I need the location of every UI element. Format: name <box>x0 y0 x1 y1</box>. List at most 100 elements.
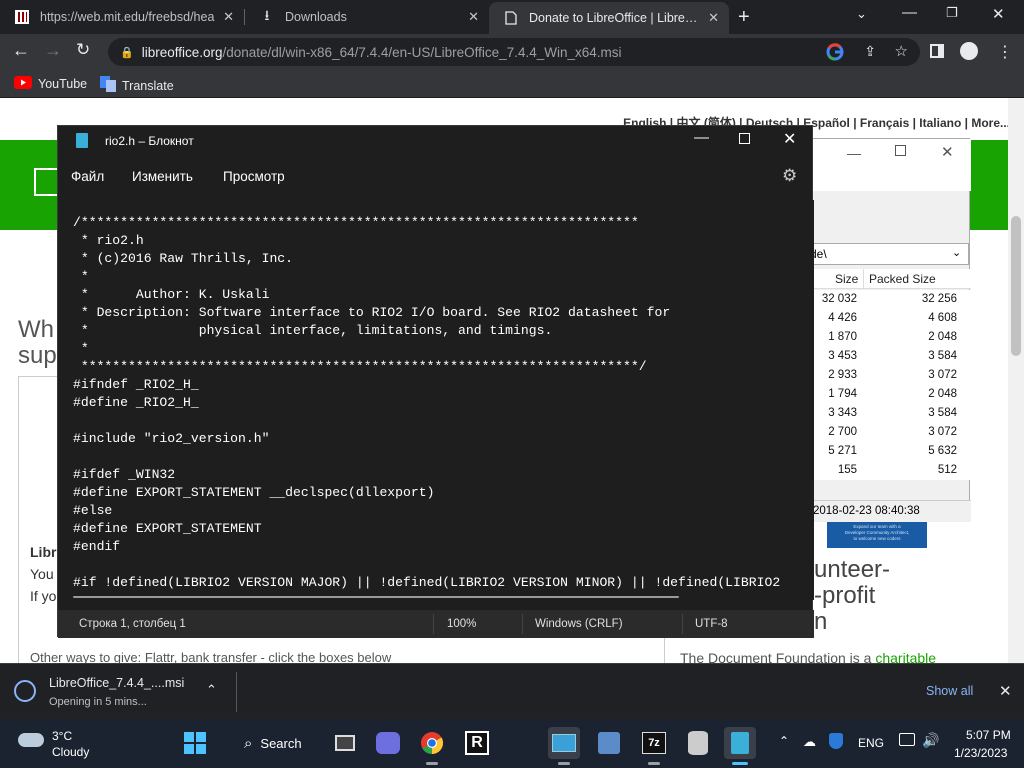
text-fragment: -profit <box>814 582 876 609</box>
community-banner[interactable]: Expand our team with a Developer Communi… <box>827 522 927 548</box>
reload-icon[interactable]: ↻ <box>76 40 90 60</box>
notepad-titlebar: rio2.h – Блокнот — ✕ <box>58 126 814 156</box>
heading-fragment: sup <box>18 342 57 369</box>
encoding: UTF-8 <box>695 618 728 630</box>
col-size[interactable]: Size <box>835 272 858 286</box>
download-shelf: LibreOffice_7.4.4_....msi Opening in 5 m… <box>0 663 1024 719</box>
restore-icon[interactable]: ❐ <box>946 5 958 21</box>
file-size: 3 343 <box>828 407 857 419</box>
taskbar-search[interactable]: ⌕ Search <box>228 727 328 759</box>
translate-icon <box>100 76 116 95</box>
tab-title: https://web.mit.edu/freebsd/hea <box>40 10 215 24</box>
file-packed-size: 512 <box>937 464 957 476</box>
close-icon[interactable]: ✕ <box>941 143 954 161</box>
bookmark-star-icon[interactable]: ☆ <box>895 42 908 60</box>
status-datetime: 2018-02-23 08:40:38 <box>813 505 920 517</box>
maximize-icon[interactable] <box>739 133 750 144</box>
tab-downloads[interactable]: ⭳ Downloads ✕ <box>245 0 489 34</box>
new-tab-icon[interactable]: + <box>738 6 750 29</box>
menu-file[interactable]: Файл <box>71 169 104 184</box>
speaker-icon[interactable]: 🔊 <box>922 732 939 749</box>
file-packed-size: 32 256 <box>921 293 957 305</box>
file-size: 2 933 <box>828 369 857 381</box>
lock-icon[interactable]: 🔒 <box>120 46 134 59</box>
horizontal-scrollbar[interactable] <box>73 596 679 598</box>
cloud-icon <box>18 733 44 747</box>
network-tray-icon[interactable]: ☁ <box>803 734 816 750</box>
address-bar[interactable]: 🔒 libreoffice.org/donate/dl/win-x86_64/7… <box>108 38 920 66</box>
show-all-button[interactable]: Show all <box>926 684 973 698</box>
side-panel-icon[interactable] <box>930 44 944 58</box>
start-button[interactable] <box>179 727 211 759</box>
profile-avatar-icon[interactable] <box>960 42 978 60</box>
download-item[interactable]: LibreOffice_7.4.4_....msi Opening in 5 m… <box>0 664 236 720</box>
line-ending: Windows (CRLF) <box>535 618 623 630</box>
file-packed-size: 5 632 <box>928 445 957 457</box>
chrome-icon[interactable] <box>416 727 448 765</box>
notepad-text-area[interactable]: /***************************************… <box>58 200 814 600</box>
bookmark-label: YouTube <box>38 77 88 91</box>
share-icon[interactable]: ⇪ <box>864 43 876 60</box>
close-tab-icon[interactable]: ✕ <box>708 10 719 26</box>
url-host: libreoffice.org <box>141 44 223 60</box>
youtube-icon <box>14 76 32 92</box>
teams-chat-icon[interactable] <box>372 727 404 759</box>
minimize-icon[interactable]: — <box>902 4 917 21</box>
installer-icon[interactable] <box>593 727 625 759</box>
menu-edit[interactable]: Изменить <box>132 169 193 184</box>
database-icon[interactable] <box>682 727 714 759</box>
file-packed-size: 2 048 <box>928 388 957 400</box>
chevron-down-icon[interactable]: ⌄ <box>952 246 961 259</box>
task-view-icon[interactable] <box>329 727 361 759</box>
close-icon[interactable]: ✕ <box>783 129 796 149</box>
scrollbar-thumb[interactable] <box>1011 216 1021 356</box>
content-box <box>18 376 58 666</box>
bookmark-label: Translate <box>122 78 174 93</box>
text-fragment: If yo <box>30 588 57 604</box>
7zip-icon[interactable]: 7z <box>638 727 670 765</box>
chevron-up-icon[interactable]: ⌃ <box>779 734 789 748</box>
notepad-taskbar-icon[interactable] <box>724 727 756 765</box>
google-icon[interactable] <box>826 43 844 64</box>
clock-date[interactable]: 1/23/2023 <box>954 746 1007 760</box>
clock-time[interactable]: 5:07 PM <box>966 728 1011 742</box>
settings-gear-icon[interactable]: ⚙ <box>782 166 797 186</box>
file-packed-size: 3 072 <box>928 426 957 438</box>
cursor-position: Строка 1, столбец 1 <box>79 618 186 630</box>
rider-app-icon[interactable]: R <box>461 727 493 759</box>
bookmark-translate[interactable]: Translate <box>100 76 174 95</box>
zoom-level: 100% <box>447 618 477 630</box>
forward-icon[interactable]: → <box>44 40 62 61</box>
tab-search-icon[interactable]: ⌄ <box>856 6 867 22</box>
file-packed-size: 3 584 <box>928 407 957 419</box>
monitor-tray-icon[interactable] <box>899 733 915 746</box>
window-title: rio2.h – Блокнот <box>105 134 194 148</box>
close-tab-icon[interactable]: ✕ <box>223 9 234 25</box>
col-packed-size[interactable]: Packed Size <box>869 272 936 286</box>
text-fragment: unteer- <box>814 556 891 583</box>
back-icon[interactable]: ← <box>12 40 30 61</box>
close-tab-icon[interactable]: ✕ <box>468 9 479 25</box>
menu-view[interactable]: Просмотр <box>223 169 285 184</box>
chrome-menu-icon[interactable]: ⋮ <box>997 42 1013 62</box>
close-shelf-icon[interactable]: ✕ <box>999 682 1012 700</box>
download-filename: LibreOffice_7.4.4_....msi <box>49 676 185 690</box>
heading-fragment: Wh <box>18 316 54 343</box>
tab-mit-pdf[interactable]: https://web.mit.edu/freebsd/hea ✕ <box>0 0 244 34</box>
security-shield-icon[interactable] <box>829 733 843 749</box>
maximize-icon[interactable] <box>895 145 906 156</box>
minimize-icon[interactable]: — <box>694 129 709 146</box>
language-indicator[interactable]: ENG <box>858 736 884 750</box>
file-size: 1 794 <box>828 388 857 400</box>
windows-taskbar: 3°C Cloudy ⌕ Search R 7z ⌃ ☁ ENG 🔊 5:07 … <box>0 719 1024 768</box>
tab-libreoffice-donate[interactable]: Donate to LibreOffice | LibreOffic ✕ <box>489 2 729 34</box>
close-window-icon[interactable]: ✕ <box>992 5 1005 23</box>
chevron-up-icon[interactable]: ⌃ <box>206 682 217 698</box>
weather-widget[interactable]: 3°C Cloudy <box>14 727 134 761</box>
page-scrollbar[interactable] <box>1008 98 1024 663</box>
download-progress-icon <box>14 680 36 702</box>
display-app-icon[interactable] <box>548 727 580 765</box>
bookmark-youtube[interactable]: YouTube <box>14 76 87 92</box>
minimize-icon[interactable]: — <box>847 145 861 161</box>
tab-title: Downloads <box>285 10 347 24</box>
